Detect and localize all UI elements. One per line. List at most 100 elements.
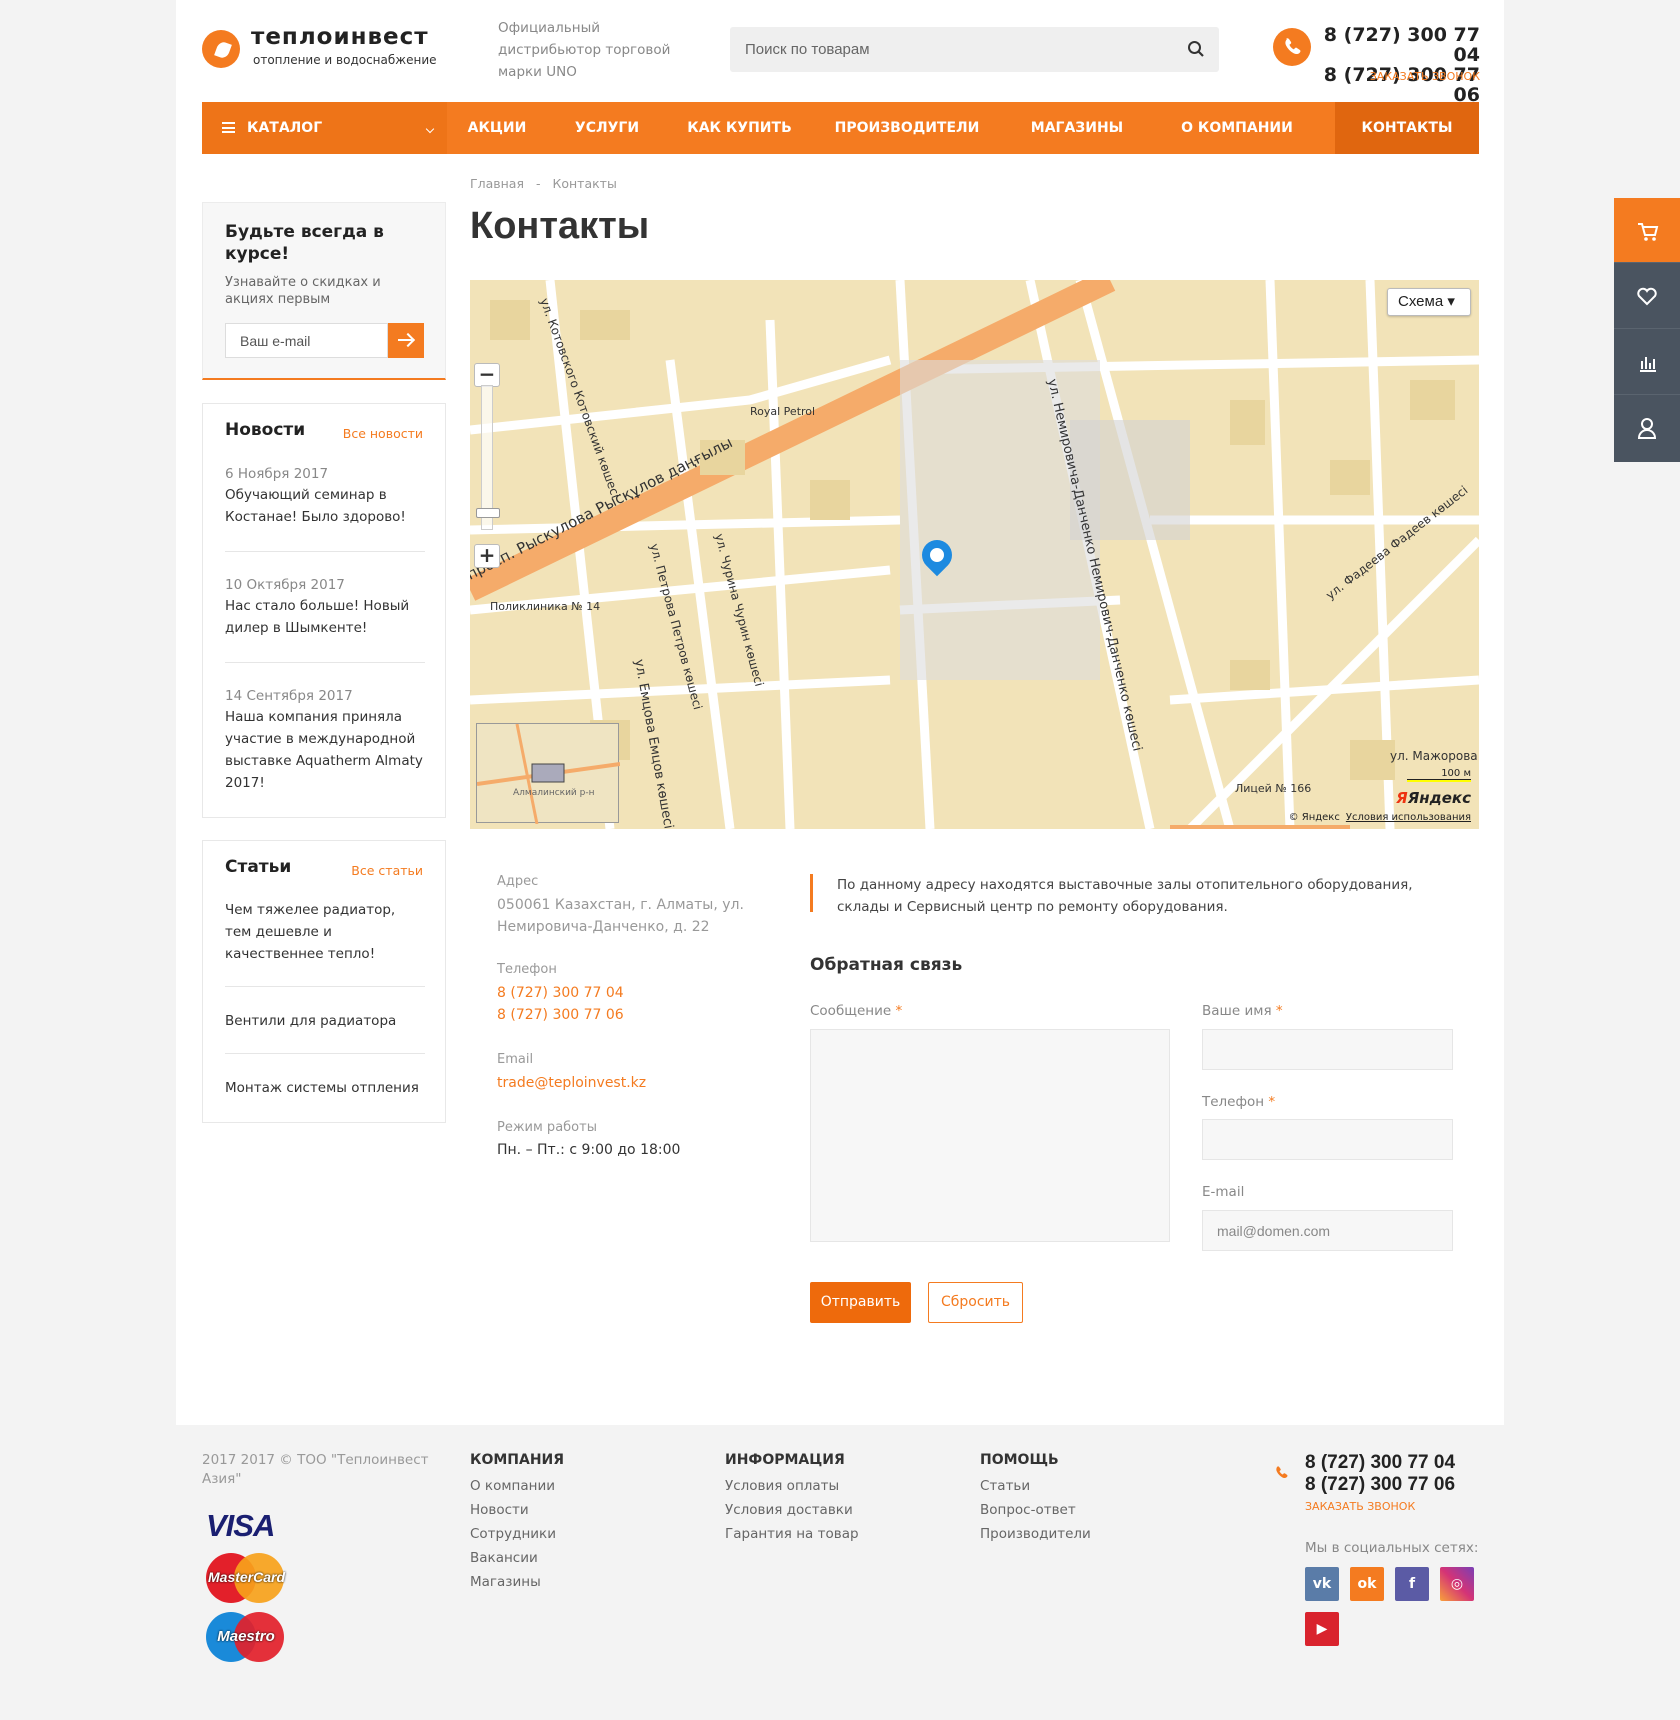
nav-catalog-button[interactable]: КАТАЛОГ [202, 102, 447, 154]
email-field-label: E-mail [1202, 1184, 1245, 1200]
email-input[interactable] [1203, 1211, 1452, 1250]
name-label: Ваше имя * [1202, 1003, 1283, 1019]
nav-item-contacts[interactable]: КОНТАКТЫ [1335, 102, 1479, 154]
phone-icon [1276, 1466, 1288, 1478]
news-item[interactable]: 6 Ноября 2017 Обучающий семинар в Костан… [225, 464, 425, 528]
footer-link[interactable]: Статьи [980, 1478, 1030, 1494]
required-mark: * [1275, 1003, 1283, 1019]
yandex-logo-text: Яндекс [1407, 789, 1471, 807]
subscribe-box: Будьте всегда в курсе! Узнавайте о скидк… [202, 202, 446, 380]
nav-item-how-to-buy[interactable]: КАК КУПИТЬ [667, 102, 812, 154]
news-date: 6 Ноября 2017 [225, 466, 329, 482]
article-link[interactable]: Монтаж системы отпления [225, 1077, 425, 1099]
footer-copyright: 2017 2017 © ТОО "Теплоинвест Азия" [202, 1452, 429, 1487]
cart-button[interactable] [1614, 198, 1680, 263]
header-callback-link[interactable]: ЗАКАЗАТЬ ЗВОНОК [1320, 70, 1480, 83]
footer-link[interactable]: Вопрос-ответ [980, 1502, 1076, 1518]
footer-col-help-title: ПОМОЩЬ [980, 1452, 1059, 1468]
odnoklassniki-icon[interactable]: ok [1350, 1567, 1384, 1601]
nav-item-manufacturers[interactable]: ПРОИЗВОДИТЕЛИ [812, 102, 1002, 154]
breadcrumb-home[interactable]: Главная [470, 176, 524, 191]
message-textarea[interactable] [811, 1030, 1169, 1241]
name-field [1202, 1029, 1453, 1070]
facebook-icon[interactable]: f [1395, 1567, 1429, 1601]
contact-phone-1[interactable]: 8 (727) 300 77 04 [497, 982, 624, 1004]
reset-button[interactable]: Сбросить [928, 1282, 1023, 1323]
youtube-icon[interactable]: ▶ [1305, 1612, 1339, 1646]
account-button[interactable] [1614, 396, 1680, 461]
news-text[interactable]: Обучающий семинар в Костанае! Было здоро… [225, 484, 425, 528]
all-articles-link[interactable]: Все статьи [351, 863, 423, 878]
contact-phone-2[interactable]: 8 (727) 300 77 06 [497, 1004, 624, 1026]
subscribe-email-input[interactable] [225, 323, 388, 358]
cart-icon [1638, 223, 1659, 241]
footer-link[interactable]: Магазины [470, 1574, 541, 1590]
vk-icon[interactable]: vk [1305, 1567, 1339, 1601]
header-tagline: Официальный дистрибьютор торговой марки … [498, 20, 671, 80]
footer-link[interactable]: Сотрудники [470, 1526, 556, 1542]
map[interactable]: просп. Рыскулова Рысқұлов даңғылы ул. Не… [470, 280, 1479, 829]
name-input[interactable] [1203, 1030, 1452, 1069]
search-input[interactable] [730, 27, 1170, 72]
news-item[interactable]: 10 Октября 2017 Нас стало больше! Новый … [225, 575, 425, 639]
nav-item-sales[interactable]: АКЦИИ [447, 102, 547, 154]
map-street-label: ул. Чурина Чурин көшесі [712, 532, 766, 688]
article-link[interactable]: Чем тяжелее радиатор, тем дешевле и каче… [225, 899, 425, 965]
instagram-icon[interactable]: ◎ [1440, 1567, 1474, 1601]
footer-link[interactable]: Гарантия на товар [725, 1526, 859, 1542]
main-nav: КАТАЛОГ АКЦИИ УСЛУГИ КАК КУПИТЬ ПРОИЗВОД… [202, 102, 1479, 154]
subscribe-submit-button[interactable] [388, 323, 424, 358]
footer-link[interactable]: Производители [980, 1526, 1091, 1542]
footer-link[interactable]: О компании [470, 1478, 555, 1494]
divider [225, 662, 425, 663]
breadcrumb-current: Контакты [552, 176, 617, 191]
zoom-slider-handle[interactable] [476, 508, 500, 518]
map-type-dropdown[interactable]: Схема ▾ [1387, 288, 1471, 316]
zoom-in-button[interactable]: + [474, 544, 500, 568]
name-label-text: Ваше имя [1202, 1003, 1272, 1019]
message-field [810, 1029, 1170, 1242]
nav-item-stores[interactable]: МАГАЗИНЫ [1002, 102, 1152, 154]
nav-item-about[interactable]: О КОМПАНИИ [1152, 102, 1322, 154]
contact-email-link[interactable]: trade@teploinvest.kz [497, 1072, 646, 1094]
map-streets: просп. Рыскулова Рысқұлов даңғылы ул. Не… [470, 280, 1479, 829]
map-street-label: ул. Мажорова [1390, 749, 1478, 763]
compare-button[interactable] [1614, 330, 1680, 395]
search-icon[interactable] [1187, 40, 1205, 58]
article-link[interactable]: Вентили для радиатора [225, 1010, 425, 1032]
logo-name[interactable]: теплоинвест [251, 24, 429, 50]
news-text[interactable]: Нас стало больше! Новый дилер в Шымкенте… [225, 595, 425, 639]
footer-link[interactable]: Новости [470, 1502, 529, 1518]
news-text[interactable]: Наша компания приняла участие в междунар… [225, 706, 425, 794]
map-scale: 100 м [1407, 768, 1471, 782]
footer-link[interactable]: Условия оплаты [725, 1478, 839, 1494]
minimap-label: Алмалинский р-н [513, 788, 595, 798]
footer-callback-link[interactable]: ЗАКАЗАТЬ ЗВОНОК [1305, 1500, 1415, 1513]
logo-icon[interactable] [202, 30, 240, 68]
required-mark: * [895, 1003, 903, 1019]
send-button[interactable]: Отправить [810, 1282, 911, 1323]
map-minimap[interactable]: Алмалинский р-н [476, 723, 620, 824]
footer-link[interactable]: Вакансии [470, 1550, 538, 1566]
news-box: Новости Все новости 6 Ноября 2017 Обучаю… [202, 403, 446, 818]
social-label: Мы в социальных сетях: [1305, 1540, 1479, 1556]
footer-phone-2[interactable]: 8 (727) 300 77 06 [1305, 1474, 1455, 1496]
phone-label-text: Телефон [1202, 1094, 1265, 1110]
nav-item-services[interactable]: УСЛУГИ [547, 102, 667, 154]
favorites-button[interactable] [1614, 264, 1680, 329]
header-phone-1[interactable]: 8 (727) 300 77 04 [1320, 25, 1480, 65]
hours-value: Пн. – Пт.: с 9:00 до 18:00 [497, 1142, 681, 1158]
zoom-out-button[interactable]: − [474, 363, 500, 387]
yandex-logo[interactable]: ЯЯндекс [1396, 789, 1471, 807]
footer-link[interactable]: Условия доставки [725, 1502, 853, 1518]
phone-input[interactable] [1203, 1120, 1452, 1159]
map-terms-link[interactable]: Условия использования [1346, 812, 1471, 823]
divider [225, 986, 425, 987]
footer-phone-1[interactable]: 8 (727) 300 77 04 [1305, 1452, 1455, 1474]
news-item[interactable]: 14 Сентября 2017 Наша компания приняла у… [225, 686, 425, 794]
map-street-label: ул. Емцова Емцов көшесі [631, 658, 676, 829]
chevron-down-icon [425, 124, 435, 134]
breadcrumb: Главная - Контакты [470, 176, 625, 191]
email-label: Email [497, 1052, 534, 1067]
all-news-link[interactable]: Все новости [343, 426, 423, 441]
